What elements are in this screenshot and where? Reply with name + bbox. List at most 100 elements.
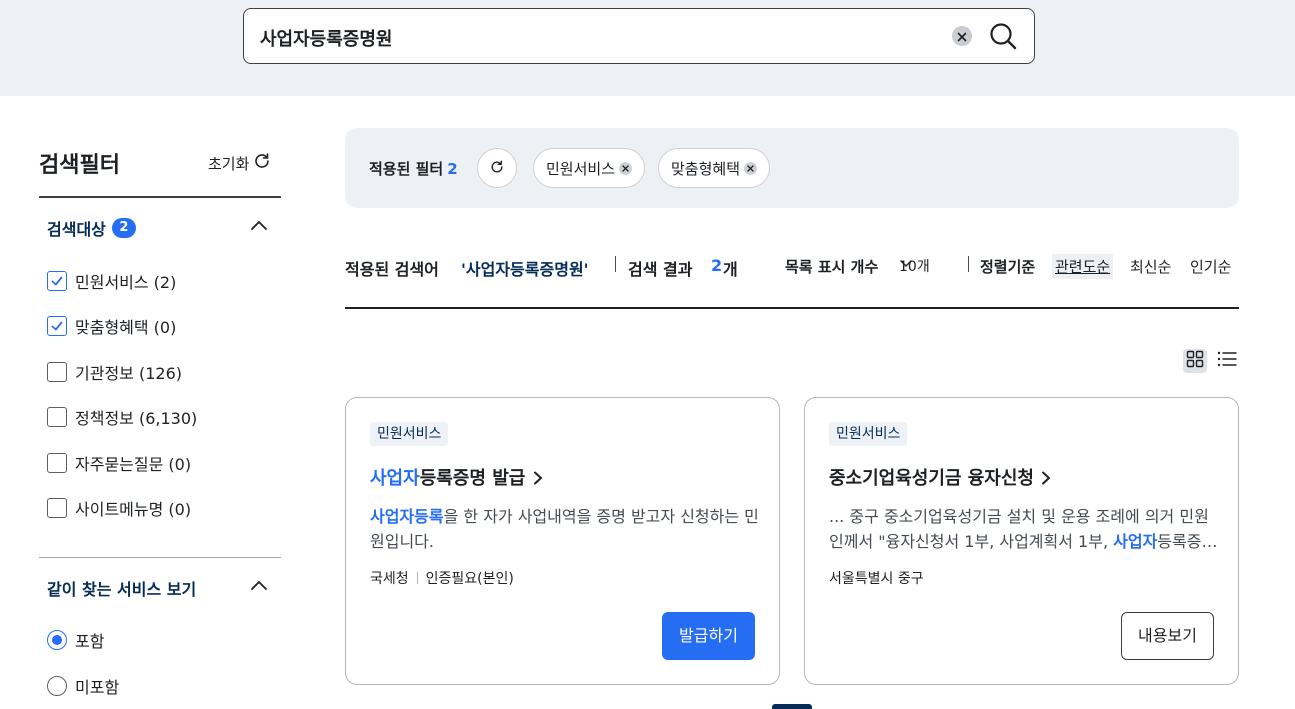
applied-filters-text: 적용된 필터	[369, 160, 444, 178]
radio-label: 포함	[75, 632, 105, 651]
checkbox-label: 맞춤형혜택 (0)	[75, 318, 177, 337]
checkbox-label: 자주묻는질문 (0)	[75, 455, 192, 474]
chevron-down-icon	[899, 256, 913, 274]
title-text: 중소기업육성기금 융자신청	[829, 468, 1034, 489]
grid-icon	[1186, 350, 1204, 372]
collapse-related-button[interactable]	[249, 576, 269, 596]
chevron-up-icon	[249, 581, 269, 600]
list-view-button[interactable]	[1215, 349, 1239, 373]
checkbox-site-menu[interactable]: 사이트메뉴명 (0)	[47, 496, 191, 520]
radio-button[interactable]	[47, 676, 67, 696]
view-details-button[interactable]: 내용보기	[1121, 612, 1214, 660]
page-size-label: 목록 표시 개수	[785, 258, 879, 276]
applied-query-label: 적용된 검색어	[345, 260, 439, 279]
clear-search-button[interactable]	[952, 26, 972, 46]
divider	[615, 256, 616, 272]
search-icon	[988, 23, 1018, 55]
category-tag: 민원서비스	[370, 422, 449, 446]
reset-label: 초기화	[208, 154, 250, 173]
desc-highlight: 사업자	[1113, 532, 1158, 551]
chip-label: 맞춤형혜택	[671, 159, 741, 178]
refresh-icon	[490, 159, 504, 178]
list-icon	[1217, 350, 1237, 372]
section-title: 같이 찾는 서비스 보기	[47, 580, 197, 599]
radio-label: 미포함	[75, 678, 120, 697]
results-divider	[345, 307, 1239, 309]
checkbox[interactable]	[47, 498, 67, 518]
pagination-current-page[interactable]	[772, 704, 812, 709]
radio-button[interactable]	[47, 630, 67, 650]
chip-label: 민원서비스	[546, 159, 616, 178]
remove-chip-icon[interactable]	[619, 161, 633, 175]
applied-query-value: '사업자등록증명원'	[461, 260, 589, 279]
title-text: 등록증명 발급	[419, 468, 526, 489]
search-input[interactable]: 사업자등록증명원	[243, 8, 1035, 64]
result-card: 민원서비스 중소기업육성기금 융자신청 ... 중구 중소기업육성기금 설치 및…	[804, 397, 1239, 685]
agency-name: 국세청	[370, 571, 409, 587]
chevron-right-icon	[532, 468, 544, 489]
checkbox[interactable]	[47, 362, 67, 382]
search-button[interactable]	[988, 21, 1018, 51]
card-description: ... 중구 중소기업육성기금 설치 및 운용 조례에 의거 민원인께서 "융자…	[829, 504, 1219, 554]
checkbox[interactable]	[47, 271, 67, 291]
radio-exclude[interactable]: 미포함	[47, 674, 119, 698]
card-title-link[interactable]: 중소기업육성기금 융자신청	[829, 464, 1052, 490]
sort-option-popular[interactable]: 인기순	[1190, 256, 1231, 277]
card-meta: 국세청 인증필요(본인)	[370, 568, 514, 588]
title-highlight: 사업자	[370, 468, 420, 489]
radio-include[interactable]: 포함	[47, 628, 104, 652]
applied-filters-count: 2	[447, 160, 458, 178]
grid-view-button[interactable]	[1183, 349, 1207, 373]
checkbox[interactable]	[47, 453, 67, 473]
checkbox-faq[interactable]: 자주묻는질문 (0)	[47, 451, 191, 475]
checkbox-agency-info[interactable]: 기관정보 (126)	[47, 360, 182, 384]
sort-option-relevance[interactable]: 관련도순	[1052, 254, 1114, 279]
desc-highlight: 사업자등록	[370, 507, 444, 526]
result-card: 민원서비스 사업자등록증명 발급 사업자등록을 한 자가 사업내역을 증명 받고…	[345, 397, 780, 685]
divider	[416, 572, 418, 584]
chevron-right-icon	[1040, 468, 1052, 489]
count-badge: 2	[111, 218, 136, 238]
filter-reset-button[interactable]: 초기화	[208, 152, 271, 174]
divider	[39, 557, 281, 558]
remove-chip-icon[interactable]	[744, 161, 758, 175]
collapse-search-target-button[interactable]	[249, 216, 269, 236]
checkbox-label: 기관정보 (126)	[75, 364, 182, 383]
card-title-link[interactable]: 사업자등록증명 발급	[370, 464, 544, 490]
sort-option-latest[interactable]: 최신순	[1130, 256, 1171, 277]
checkbox[interactable]	[47, 316, 67, 336]
issue-button[interactable]: 발급하기	[662, 612, 755, 660]
search-query-text: 사업자등록증명원	[260, 29, 393, 50]
chevron-up-icon	[249, 221, 269, 240]
checkbox-label: 민원서비스 (2)	[75, 273, 177, 292]
divider	[39, 196, 281, 198]
applied-filters-label: 적용된 필터 2	[369, 158, 458, 179]
checkbox-custom-benefit[interactable]: 맞춤형혜택 (0)	[47, 314, 176, 338]
section-header-related: 같이 찾는 서비스 보기	[47, 576, 196, 600]
card-description: 사업자등록을 한 자가 사업내역을 증명 받고자 신청하는 민원입니다.	[370, 504, 760, 554]
checkbox[interactable]	[47, 407, 67, 427]
auth-requirement: 인증필요(본인)	[425, 571, 514, 587]
divider	[968, 256, 969, 272]
applied-filters-panel: 적용된 필터 2 민원서비스 맞춤형혜택	[345, 128, 1239, 208]
result-count: 2	[711, 256, 723, 275]
close-icon	[957, 27, 967, 46]
agency-name: 서울특별시 중구	[829, 571, 924, 587]
category-tag: 민원서비스	[829, 422, 908, 446]
applied-filters-reset-button[interactable]	[477, 148, 517, 188]
checkbox-policy-info[interactable]: 정책정보 (6,130)	[47, 405, 197, 429]
filter-chip-custom-benefit[interactable]: 맞춤형혜택	[658, 148, 771, 188]
section-title: 검색대상	[47, 220, 106, 239]
checkbox-civil-service[interactable]: 민원서비스 (2)	[47, 269, 176, 293]
section-header-search-target: 검색대상 2	[47, 216, 136, 240]
card-meta: 서울특별시 중구	[829, 568, 924, 588]
desc-text-end: 등록증…	[1157, 532, 1218, 551]
result-count-unit: 개	[723, 260, 738, 279]
result-count-label: 검색 결과	[628, 260, 693, 279]
filter-chip-civil-service[interactable]: 민원서비스	[533, 148, 646, 188]
refresh-icon	[253, 152, 271, 174]
sort-label: 정렬기준	[980, 258, 1036, 276]
checkbox-label: 사이트메뉴명 (0)	[75, 500, 192, 519]
filter-title: 검색필터	[39, 153, 120, 178]
checkbox-label: 정책정보 (6,130)	[75, 409, 198, 428]
